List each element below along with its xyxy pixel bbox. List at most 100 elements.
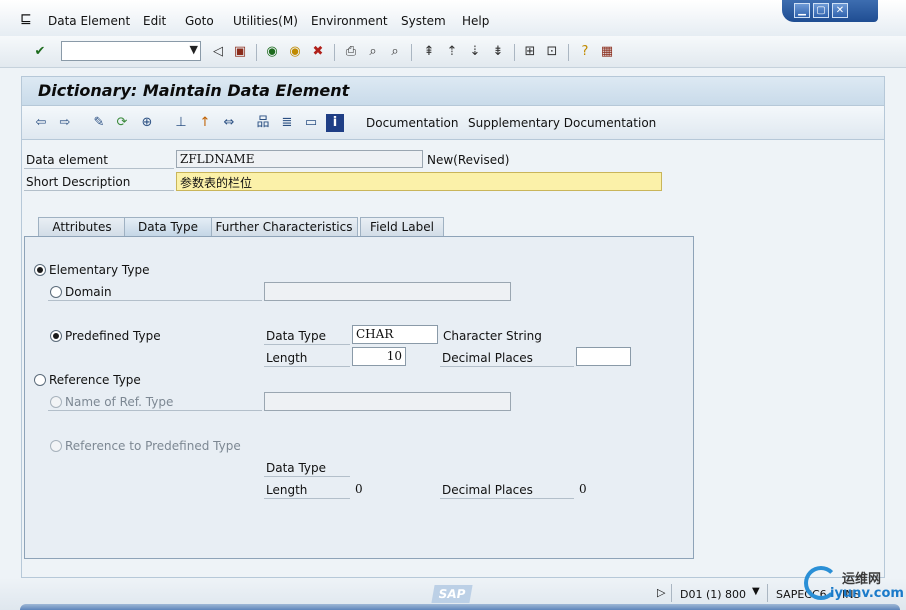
data-element-field[interactable]: ZFLDNAME	[176, 150, 423, 168]
documentation-button[interactable]: Documentation	[366, 116, 459, 130]
decimal-places-input[interactable]	[576, 347, 631, 366]
page-title: Dictionary: Maintain Data Element	[38, 81, 350, 100]
print-icon[interactable]: ⎙	[342, 43, 360, 61]
exit-icon[interactable]: ◉	[286, 43, 304, 61]
menu-utilities[interactable]: Utilities(M)	[233, 14, 298, 28]
decimal-places-label: Decimal Places	[442, 351, 533, 365]
info-list-icon[interactable]: ▭	[302, 114, 320, 132]
label-underline	[264, 366, 350, 367]
ref-length-value: 0	[355, 482, 363, 496]
elementary-type-label: Elementary Type	[49, 263, 150, 277]
help-icon[interactable]: ?	[576, 43, 594, 61]
navigation-window-icon[interactable]: ⇔	[220, 114, 238, 132]
tab-attributes[interactable]: Attributes	[38, 217, 126, 236]
status-expand-icon[interactable]: ▷	[657, 586, 665, 599]
command-field[interactable]: ▼	[61, 41, 201, 61]
data-element-label: Data element	[26, 153, 108, 167]
window-controls: ▁ ▢ ✕	[782, 0, 878, 22]
label-underline	[264, 344, 350, 345]
short-description-label: Short Description	[26, 175, 131, 189]
display-change-icon[interactable]: ✎	[90, 114, 108, 132]
menu-environment[interactable]: Environment	[311, 14, 388, 28]
where-used-icon[interactable]: ⊥	[172, 114, 190, 132]
cancel-icon[interactable]: ✖	[309, 43, 327, 61]
reference-type-radio[interactable]	[34, 374, 46, 386]
watermark: 运维网 iyunv.com	[800, 566, 906, 610]
domain-field[interactable]	[264, 282, 511, 301]
menu-system[interactable]: System	[401, 14, 446, 28]
predefined-type-radio[interactable]	[50, 330, 62, 342]
label-underline	[24, 190, 174, 191]
name-of-ref-type-radio[interactable]	[50, 396, 62, 408]
data-type-input[interactable]: CHAR	[352, 325, 438, 344]
first-page-icon[interactable]: ⇞	[420, 43, 438, 61]
next-object-icon[interactable]: ⇨	[56, 114, 74, 132]
find-next-icon[interactable]: ⌕	[386, 43, 404, 61]
chevron-down-icon[interactable]: ▼	[752, 586, 760, 597]
toolbar-separator	[334, 44, 335, 61]
previous-object-icon[interactable]: ⇦	[32, 114, 50, 132]
predefined-type-label: Predefined Type	[65, 329, 161, 343]
elementary-type-radio[interactable]	[34, 264, 46, 276]
sap-logo: SAP	[431, 585, 473, 603]
menu-data-element[interactable]: Data Element	[48, 14, 130, 28]
reference-to-predefined-radio[interactable]	[50, 440, 62, 452]
tab-further-characteristics[interactable]: Further Characteristics	[210, 217, 358, 236]
tab-data-type[interactable]: Data Type	[124, 217, 212, 236]
documentation-icon[interactable]: ≣	[278, 114, 296, 132]
shortcut-icon[interactable]: ⊡	[543, 43, 561, 61]
supplementary-documentation-button[interactable]: Supplementary Documentation	[468, 116, 656, 130]
previous-page-icon[interactable]: ⇡	[443, 43, 461, 61]
menu-bar: ⊑ Data Element Edit Goto Utilities(M) En…	[0, 0, 906, 36]
length-label: Length	[266, 351, 308, 365]
label-underline	[48, 300, 262, 301]
activate-icon[interactable]: ⊕	[138, 114, 156, 132]
chevron-down-icon[interactable]: ▼	[190, 43, 198, 56]
bottom-frame	[20, 604, 900, 610]
reference-to-predefined-label: Reference to Predefined Type	[65, 439, 241, 453]
toolbar-separator	[256, 44, 257, 61]
label-underline	[48, 410, 262, 411]
label-underline	[440, 366, 574, 367]
last-page-icon[interactable]: ⇟	[489, 43, 507, 61]
data-type-label: Data Type	[266, 329, 327, 343]
menu-help[interactable]: Help	[462, 14, 489, 28]
label-underline	[264, 498, 350, 499]
back-icon[interactable]: ◉	[263, 43, 281, 61]
label-underline	[264, 476, 350, 477]
short-description-input[interactable]: 参数表的栏位	[176, 172, 662, 191]
data-type-description: Character String	[443, 329, 542, 343]
next-page-icon[interactable]: ⇣	[466, 43, 484, 61]
toolbar-separator	[514, 44, 515, 61]
application-toolbar: ⇦ ⇨ ✎ ⟳ ⊕ ⊥ ↑ ⇔ 品 ≣ ▭ i Documentation Su…	[21, 106, 885, 140]
domain-radio[interactable]	[50, 286, 62, 298]
status-text: New(Revised)	[427, 153, 510, 167]
check-icon[interactable]: ⟳	[113, 114, 131, 132]
menu-goto[interactable]: Goto	[185, 14, 214, 28]
save-icon[interactable]: ▣	[231, 43, 249, 61]
name-of-ref-type-field[interactable]	[264, 392, 511, 411]
hierarchy-icon[interactable]: 品	[254, 114, 272, 132]
toolbar-separator	[568, 44, 569, 61]
ref-length-label: Length	[266, 483, 308, 497]
watermark-text: 运维网	[842, 572, 882, 587]
close-button[interactable]: ✕	[832, 3, 848, 18]
display-object-list-icon[interactable]: ↑	[196, 114, 214, 132]
label-underline	[440, 498, 574, 499]
menu-edit[interactable]: Edit	[143, 14, 166, 28]
back-arrow-icon[interactable]: ◁	[209, 43, 227, 61]
domain-label: Domain	[65, 285, 112, 299]
info-icon[interactable]: i	[326, 114, 344, 132]
find-icon[interactable]: ⌕	[364, 43, 382, 61]
tab-field-label[interactable]: Field Label	[360, 217, 444, 236]
system-info: D01 (1) 800	[680, 588, 747, 601]
title-bar: Dictionary: Maintain Data Element	[21, 76, 885, 106]
reference-type-label: Reference Type	[49, 373, 141, 387]
maximize-button[interactable]: ▢	[813, 3, 829, 18]
menu-icon[interactable]: ⊑	[20, 11, 32, 27]
minimize-button[interactable]: ▁	[794, 3, 810, 18]
create-session-icon[interactable]: ⊞	[521, 43, 539, 61]
enter-check-icon[interactable]: ✔	[31, 43, 49, 61]
length-input[interactable]: 10	[352, 347, 406, 366]
layout-menu-icon[interactable]: ▦	[598, 43, 616, 61]
